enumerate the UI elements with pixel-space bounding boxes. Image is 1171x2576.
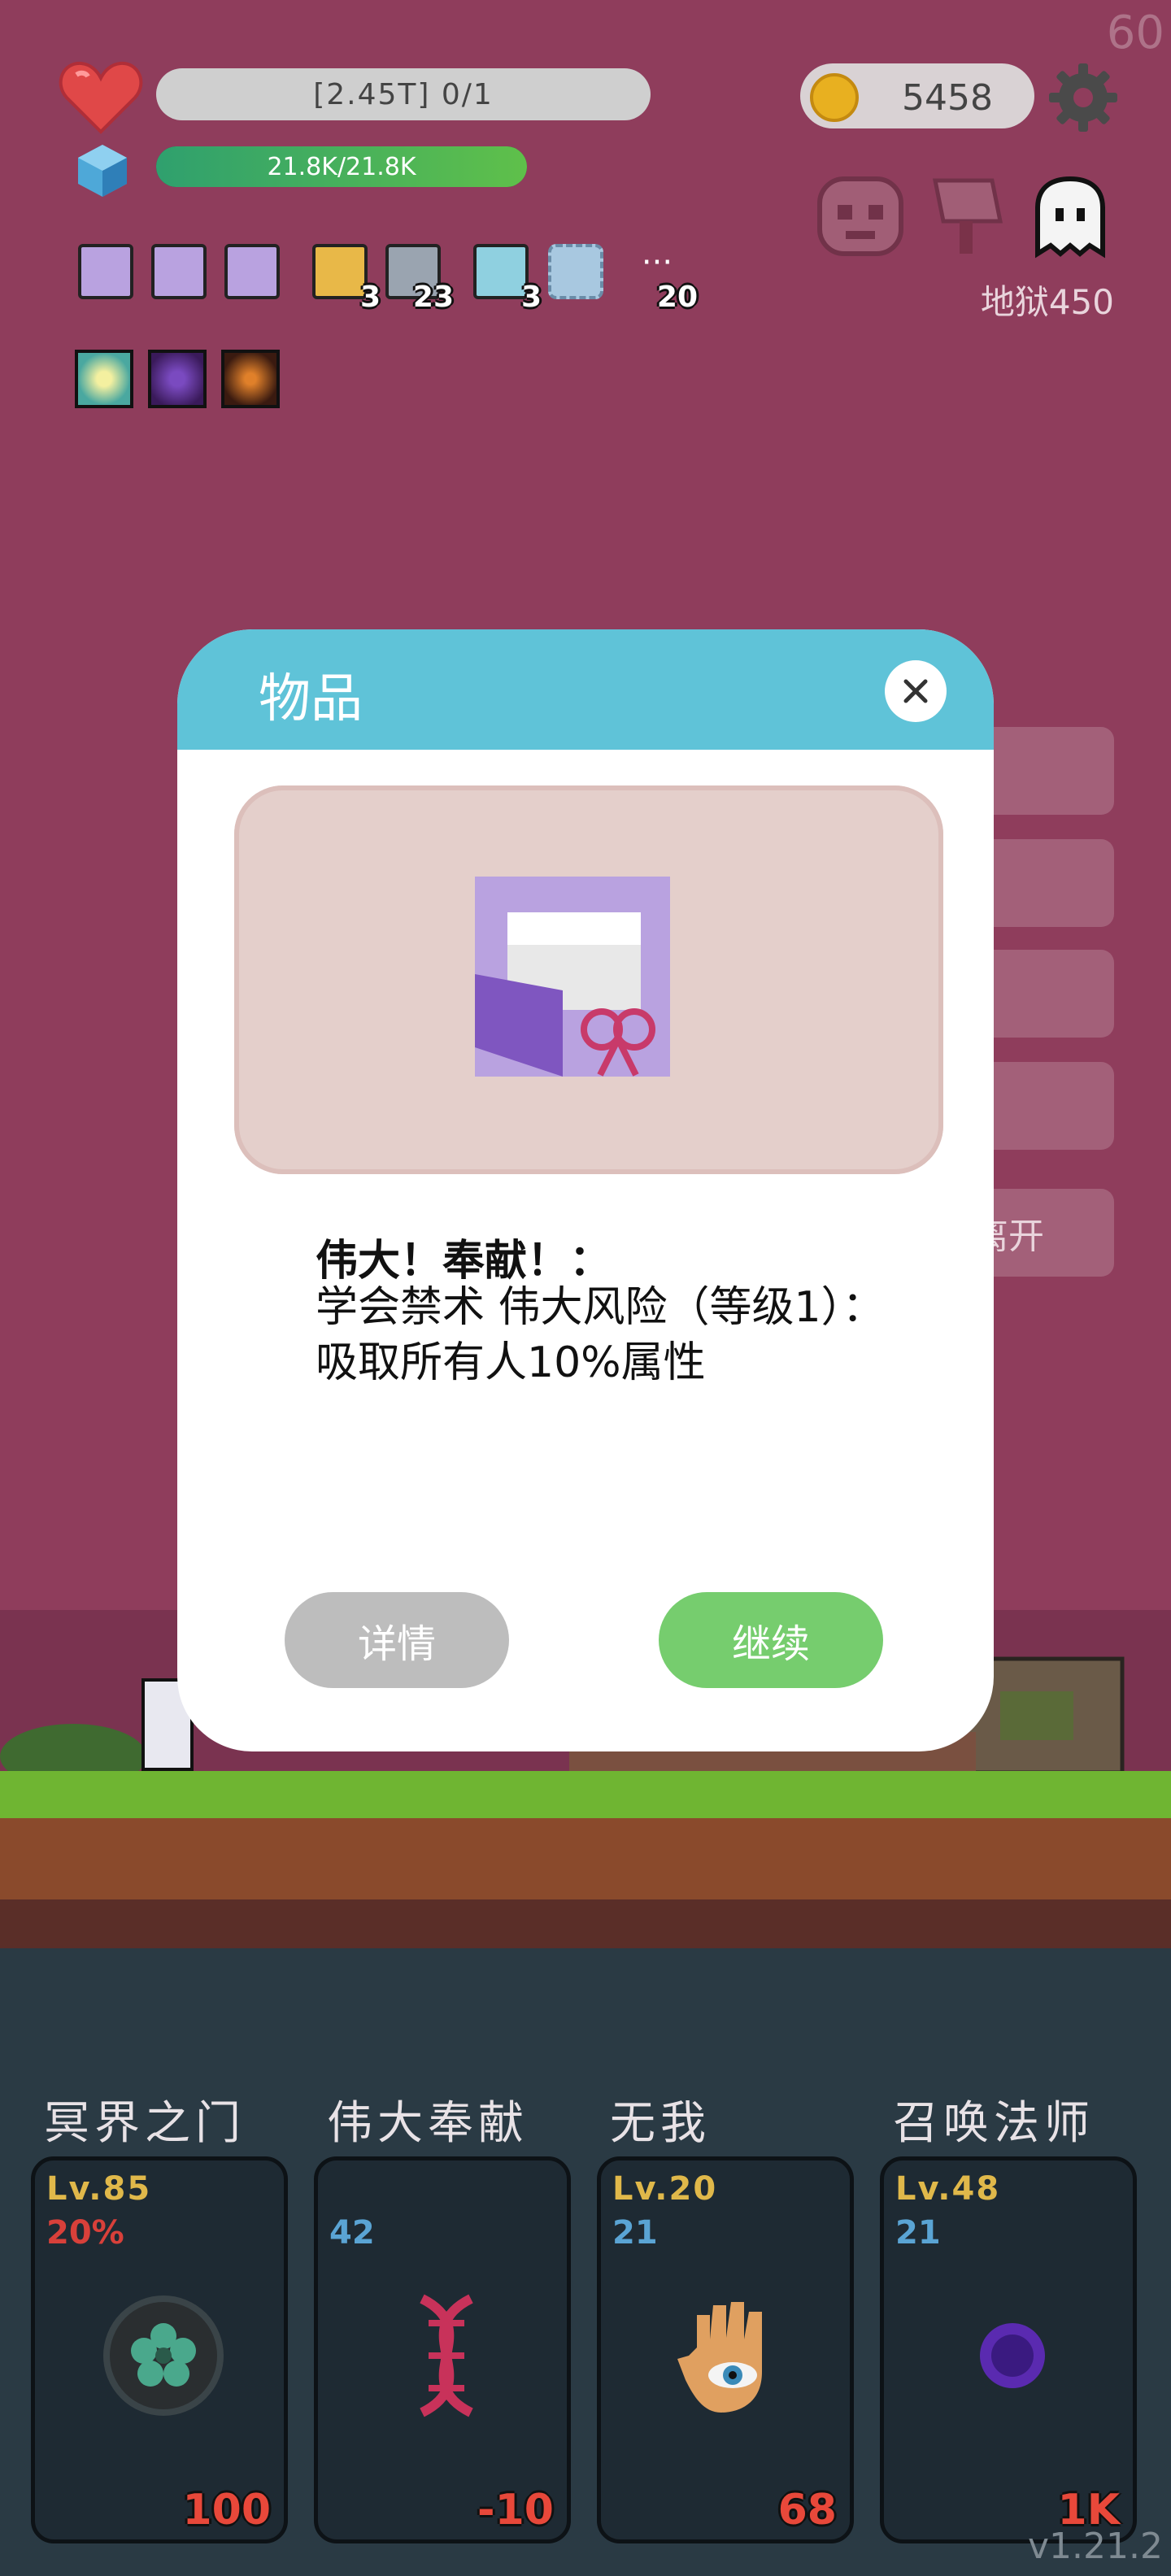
gem-icon xyxy=(78,145,127,197)
skill-name: 无我 xyxy=(610,2097,711,2150)
gift-scroll-icon xyxy=(224,244,280,299)
skill-name: 伟大奉献 xyxy=(327,2097,529,2150)
skill-value: 68 xyxy=(777,2486,837,2535)
skill-level: Lv.85 xyxy=(46,2170,152,2208)
fps-counter: 60 xyxy=(1106,7,1164,59)
item-count: 3 xyxy=(359,281,381,314)
demon-buff-icon[interactable] xyxy=(148,350,207,408)
flower-portal-icon xyxy=(103,2295,224,2416)
gold-amount: 5458 xyxy=(902,76,993,119)
item-dialog: 物品 伟大！奉献！： 学会禁术 伟大风险（等级1）：吸取所有人10%属性 详情 … xyxy=(177,629,994,1751)
item-name: 伟大！奉献！： xyxy=(316,1237,612,1286)
hand-eye-icon xyxy=(677,2302,762,2413)
demon-skull-icon[interactable] xyxy=(813,172,908,260)
mana-bar: 21.8K/21.8K xyxy=(156,146,527,187)
grass-ground xyxy=(0,1771,1171,1818)
gift-scroll-icon xyxy=(475,877,670,1077)
area-label: 地狱450 xyxy=(980,282,1114,322)
skill-card[interactable]: Lv.85 20% 100 xyxy=(31,2156,288,2543)
skill-value: 100 xyxy=(182,2486,271,2535)
skill-card[interactable]: Lv.20 21 68 xyxy=(597,2156,854,2543)
deep-dirt-layer xyxy=(0,1899,1171,1948)
dark-orb-icon xyxy=(980,2323,1045,2388)
detail-button[interactable]: 详情 xyxy=(285,1592,509,1688)
gift-scroll-icon xyxy=(78,244,133,299)
skill-stat: 21 xyxy=(895,2214,941,2252)
dialog-header: 物品 xyxy=(177,629,994,750)
dialog-title: 物品 xyxy=(259,669,363,729)
skill-stat: 42 xyxy=(329,2214,375,2252)
close-button[interactable] xyxy=(885,660,947,722)
hp-bar: [2.45T] 0/1 xyxy=(156,68,651,120)
fire-buff-icon[interactable] xyxy=(221,350,280,408)
mana-bar-text: 21.8K/21.8K xyxy=(267,152,416,181)
skill-card[interactable]: 42 -10 xyxy=(314,2156,571,2543)
gear-icon[interactable] xyxy=(1047,62,1119,133)
item-count: 3 xyxy=(520,281,542,314)
inventory-item[interactable]: ··· 20 xyxy=(626,241,698,314)
item-count: 20 xyxy=(656,281,698,314)
skill-name: 召唤法师 xyxy=(893,2097,1095,2150)
item-count: 23 xyxy=(412,281,454,314)
water-strip xyxy=(0,1948,1171,2065)
inventory-item[interactable] xyxy=(221,241,286,306)
skill-name: 冥界之门 xyxy=(44,2097,246,2150)
inventory-item[interactable] xyxy=(75,241,140,306)
gold-coin-icon xyxy=(810,73,859,122)
skill-level: Lv.20 xyxy=(612,2170,718,2208)
inventory-item[interactable]: 23 xyxy=(382,241,454,314)
item-description: 学会禁术 伟大风险（等级1）：吸取所有人10%属性 xyxy=(316,1283,885,1387)
inventory-item[interactable] xyxy=(545,241,610,306)
inventory-item[interactable]: 3 xyxy=(470,241,542,314)
inventory-item[interactable] xyxy=(148,241,213,306)
continue-button[interactable]: 继续 xyxy=(659,1592,883,1688)
syringe-icon xyxy=(473,244,529,299)
ghost-icon[interactable] xyxy=(1030,176,1111,260)
skill-level: Lv.48 xyxy=(895,2170,1001,2208)
close-icon xyxy=(903,679,928,703)
skill-card[interactable]: Lv.48 21 1K xyxy=(880,2156,1137,2543)
dna-icon xyxy=(420,2294,473,2417)
light-buff-icon[interactable] xyxy=(75,350,133,408)
gift-scroll-icon xyxy=(151,244,207,299)
inventory-item[interactable]: 3 xyxy=(309,241,381,314)
skill-value: -10 xyxy=(477,2486,554,2535)
skill-stat: 20% xyxy=(46,2214,124,2252)
skill-stat: 21 xyxy=(612,2214,658,2252)
item-preview xyxy=(234,785,943,1174)
cleaver-icon[interactable] xyxy=(919,172,1013,260)
beer-mug-icon xyxy=(312,244,368,299)
heart-icon xyxy=(59,61,143,134)
dirt-layer xyxy=(0,1818,1171,1899)
empty-slot-icon xyxy=(548,244,603,299)
version-label: v1.21.2 xyxy=(1028,2526,1163,2567)
